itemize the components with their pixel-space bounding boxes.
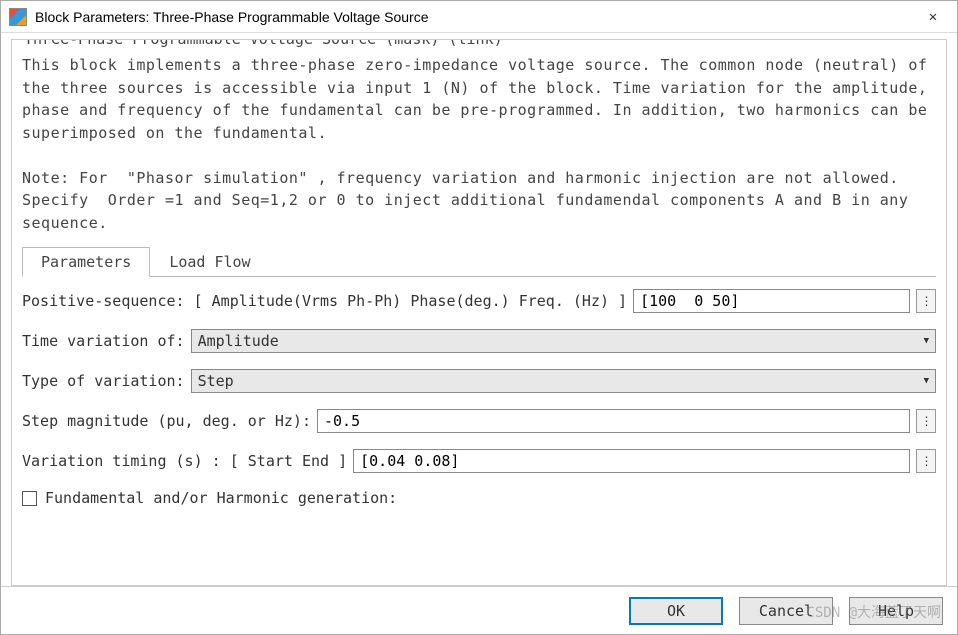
- close-icon[interactable]: ✕: [917, 9, 949, 25]
- fieldset-legend: Three-Phase Programmable Voltage Source …: [20, 39, 507, 48]
- parameters-panel: Positive-sequence: [ Amplitude(Vrms Ph-P…: [22, 277, 936, 507]
- positive-sequence-label: Positive-sequence: [ Amplitude(Vrms Ph-P…: [22, 292, 627, 310]
- content-area: Three-Phase Programmable Voltage Source …: [1, 33, 957, 586]
- titlebar: Block Parameters: Three-Phase Programmab…: [1, 1, 957, 33]
- harmonic-checkbox[interactable]: [22, 491, 37, 506]
- chevron-down-icon: ▼: [924, 376, 929, 386]
- tab-load-flow[interactable]: Load Flow: [150, 247, 269, 277]
- variation-timing-more-button[interactable]: ⋮: [916, 449, 936, 473]
- tab-bar: Parameters Load Flow: [22, 246, 936, 277]
- positive-sequence-row: Positive-sequence: [ Amplitude(Vrms Ph-P…: [22, 289, 936, 313]
- variation-timing-input[interactable]: [353, 449, 910, 473]
- variation-timing-row: Variation timing (s) : [ Start End ] ⋮: [22, 449, 936, 473]
- harmonic-label: Fundamental and/or Harmonic generation:: [45, 489, 397, 507]
- time-variation-label: Time variation of:: [22, 332, 185, 350]
- time-variation-row: Time variation of: Amplitude ▼: [22, 329, 936, 353]
- type-variation-row: Type of variation: Step ▼: [22, 369, 936, 393]
- chevron-down-icon: ▼: [924, 336, 929, 346]
- main-fieldset: Three-Phase Programmable Voltage Source …: [11, 39, 947, 586]
- type-variation-value: Step: [198, 372, 234, 390]
- step-magnitude-label: Step magnitude (pu, deg. or Hz):: [22, 412, 311, 430]
- ok-button[interactable]: OK: [629, 597, 723, 625]
- app-icon: [9, 8, 27, 26]
- positive-sequence-more-button[interactable]: ⋮: [916, 289, 936, 313]
- positive-sequence-input[interactable]: [633, 289, 910, 313]
- tab-parameters[interactable]: Parameters: [22, 247, 150, 277]
- time-variation-value: Amplitude: [198, 332, 279, 350]
- dialog-window: Block Parameters: Three-Phase Programmab…: [0, 0, 958, 635]
- variation-timing-label: Variation timing (s) : [ Start End ]: [22, 452, 347, 470]
- button-bar: OK Cancel Help CSDN @大海蓝了天啊: [1, 586, 957, 634]
- step-magnitude-row: Step magnitude (pu, deg. or Hz): ⋮: [22, 409, 936, 433]
- step-magnitude-more-button[interactable]: ⋮: [916, 409, 936, 433]
- time-variation-select[interactable]: Amplitude ▼: [191, 329, 936, 353]
- type-variation-select[interactable]: Step ▼: [191, 369, 936, 393]
- help-button[interactable]: Help: [849, 597, 943, 625]
- step-magnitude-input[interactable]: [317, 409, 910, 433]
- cancel-button[interactable]: Cancel: [739, 597, 833, 625]
- harmonic-row: Fundamental and/or Harmonic generation:: [22, 489, 936, 507]
- type-variation-label: Type of variation:: [22, 372, 185, 390]
- block-description: This block implements a three-phase zero…: [22, 54, 936, 234]
- window-title: Block Parameters: Three-Phase Programmab…: [35, 9, 917, 25]
